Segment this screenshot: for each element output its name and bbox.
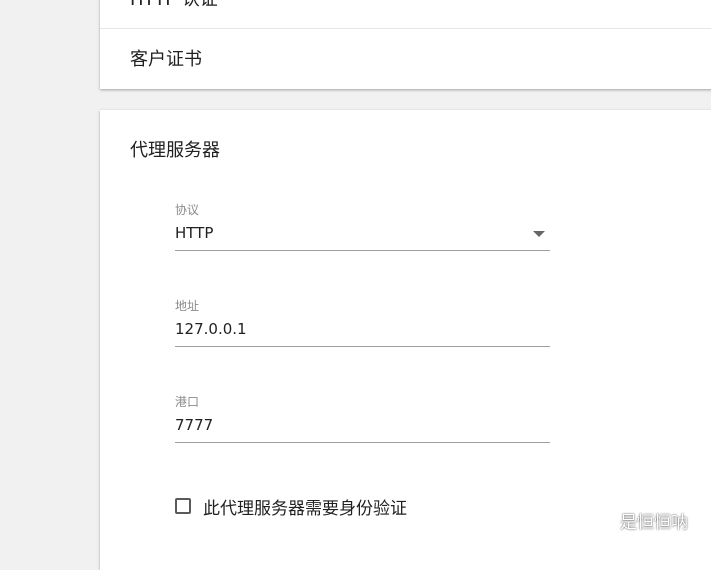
port-field: 港口 7777 (175, 394, 550, 443)
watermark: 是恒恒呐 (588, 505, 688, 535)
client-certificate-item[interactable]: 客户证书 (100, 30, 711, 89)
address-field: 地址 127.0.0.1 (175, 298, 550, 347)
proxy-auth-checkbox[interactable] (175, 498, 191, 514)
protocol-select[interactable]: HTTP (175, 218, 550, 251)
protocol-field: 协议 HTTP (175, 202, 550, 251)
address-input[interactable]: 127.0.0.1 (175, 314, 550, 347)
wechat-icon (588, 510, 614, 530)
proxy-settings-card: 代理服务器 协议 HTTP 地址 127.0.0.1 港口 7777 此代理服务… (100, 110, 711, 570)
dropdown-arrow-icon (533, 231, 545, 237)
http-auth-item[interactable]: HTTP 认证 (100, 0, 711, 29)
proxy-auth-checkbox-label: 此代理服务器需要身份验证 (203, 498, 407, 519)
watermark-text: 是恒恒呐 (620, 512, 688, 533)
port-input[interactable]: 7777 (175, 410, 550, 443)
proxy-auth-checkbox-row[interactable]: 此代理服务器需要身份验证 (175, 494, 407, 519)
client-certificate-label: 客户证书 (130, 49, 202, 70)
address-label: 地址 (175, 299, 200, 313)
protocol-value: HTTP (175, 224, 214, 242)
proxy-section-title: 代理服务器 (130, 140, 220, 161)
protocol-label: 协议 (175, 203, 200, 217)
port-label: 港口 (175, 395, 200, 409)
http-auth-label: HTTP 认证 (130, 0, 218, 10)
settings-card-top: HTTP 认证 客户证书 (100, 0, 711, 89)
